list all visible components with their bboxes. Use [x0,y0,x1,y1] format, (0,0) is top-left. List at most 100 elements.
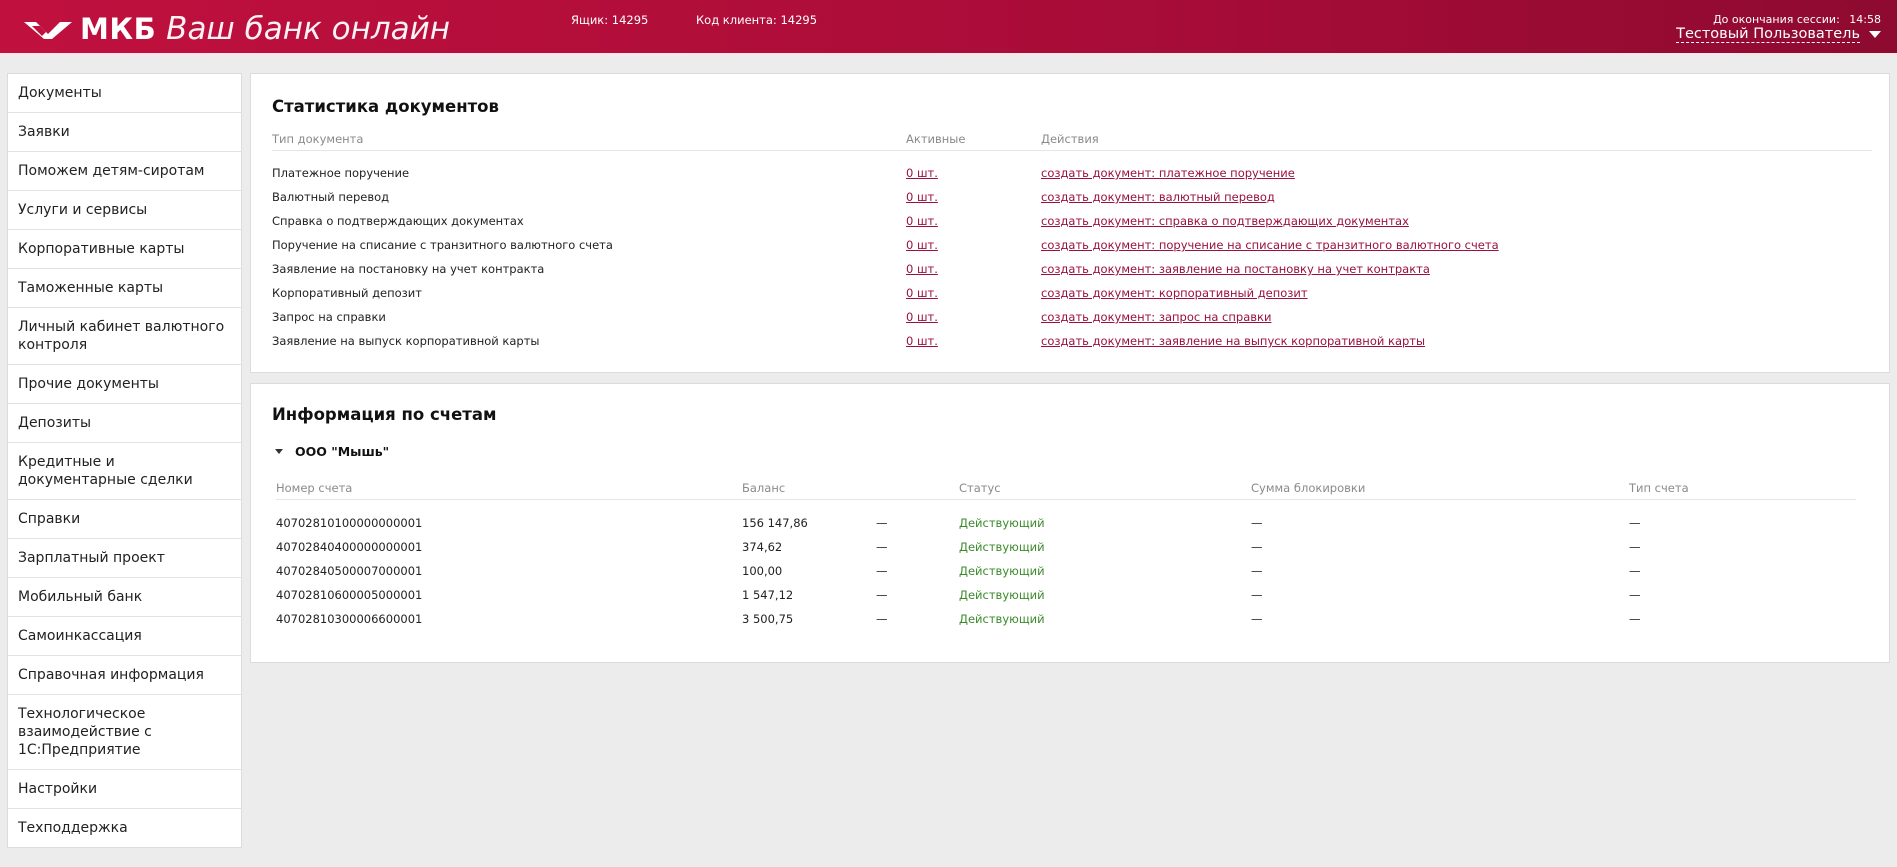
doc-type-cell: Запрос на справки [272,310,386,324]
mkb-logo-icon [24,22,72,39]
balance-currency: — [876,588,888,602]
active-count-link[interactable]: 0 шт. [906,214,938,228]
col-doc-type: Тип документа [272,132,364,146]
documents-stats-panel: Статистика документов Тип документа Акти… [250,73,1890,373]
doc-type-cell: Корпоративный депозит [272,286,422,300]
user-name[interactable]: Тестовый Пользователь [1676,26,1860,43]
sidebar-item-other-documents[interactable]: Прочие документы [8,365,241,404]
session-time: 14:58 [1849,13,1881,26]
account-number[interactable]: 40702840400000000001 [276,540,422,554]
header-divider [0,53,1897,57]
sidebar-item-reference-info[interactable]: Справочная информация [8,656,241,695]
account-balance: 1 547,12 [742,588,794,602]
account-block-sum: — [1251,612,1263,626]
account-status: Действующий [959,588,1045,602]
account-number[interactable]: 40702810100000000001 [276,516,422,530]
col-block-sum: Сумма блокировки [1251,481,1366,495]
active-count-link[interactable]: 0 шт. [906,310,938,324]
sidebar-item-support[interactable]: Техподдержка [8,809,241,847]
doc-type-cell: Справка о подтверждающих документах [272,214,524,228]
account-block-sum: — [1251,540,1263,554]
doc-type-cell: Заявление на постановку на учет контракт… [272,262,545,276]
sidebar-item-orphans[interactable]: Поможем детям-сиротам [8,152,241,191]
active-count-link[interactable]: 0 шт. [906,190,938,204]
active-count-link[interactable]: 0 шт. [906,166,938,180]
app-header: МКБ Ваш банк онлайн Ящик: 14295 Код клие… [0,0,1897,57]
active-count-link[interactable]: 0 шт. [906,334,938,348]
sidebar-item-currency-control[interactable]: Личный кабинет валютного контроля [8,308,241,365]
create-document-link[interactable]: создать документ: заявление на постановк… [1041,262,1430,276]
session-timer: До окончания сессии: 14:58 [1713,13,1881,26]
create-document-link[interactable]: создать документ: справка о подтверждающ… [1041,214,1409,228]
create-document-link[interactable]: создать документ: поручение на списание … [1041,238,1499,252]
stats-header-divider [272,150,1872,151]
col-balance: Баланс [742,481,786,495]
account-number[interactable]: 40702810600005000001 [276,588,422,602]
create-document-link[interactable]: создать документ: заявление на выпуск ко… [1041,334,1425,348]
active-count-link[interactable]: 0 шт. [906,286,938,300]
account-balance: 100,00 [742,564,783,578]
account-type: — [1629,564,1641,578]
col-account-number: Номер счета [276,481,353,495]
sidebar-item-documents[interactable]: Документы [8,74,241,113]
balance-currency: — [876,564,888,578]
sidebar-item-corporate-cards[interactable]: Корпоративные карты [8,230,241,269]
account-type: — [1629,540,1641,554]
balance-currency: — [876,540,888,554]
caret-down-icon[interactable] [275,449,283,454]
doc-type-cell: Заявление на выпуск корпоративной карты [272,334,540,348]
org-name[interactable]: ООО "Мышь" [295,444,389,459]
client-code-info: Код клиента: 14295 [696,13,818,27]
col-active: Активные [906,132,966,146]
sidebar-item-customs-cards[interactable]: Таможенные карты [8,269,241,308]
mailbox-info: Ящик: 14295 [571,13,649,27]
accounts-title: Информация по счетам [272,405,497,424]
create-document-link[interactable]: создать документ: платежное поручение [1041,166,1295,180]
sidebar-item-self-collection[interactable]: Самоинкассация [8,617,241,656]
bank-logo[interactable]: МКБ Ваш банк онлайн [22,9,450,49]
account-number[interactable]: 40702840500007000001 [276,564,422,578]
account-status: Действующий [959,612,1045,626]
balance-currency: — [876,516,888,530]
sidebar-item-salary-project[interactable]: Зарплатный проект [8,539,241,578]
stats-title: Статистика документов [272,97,499,116]
sidebar-item-certificates[interactable]: Справки [8,500,241,539]
create-document-link[interactable]: создать документ: валютный перевод [1041,190,1275,204]
account-type: — [1629,516,1641,530]
session-label: До окончания сессии: [1713,13,1840,26]
logo-tagline: Ваш банк онлайн [166,11,451,47]
account-status: Действующий [959,540,1045,554]
doc-type-cell: Поручение на списание с транзитного валю… [272,238,613,252]
accounts-header-divider [276,499,1856,500]
sidebar-item-deposits[interactable]: Депозиты [8,404,241,443]
balance-currency: — [876,612,888,626]
accounts-info-panel: Информация по счетам ООО "Мышь" Номер сч… [250,383,1890,663]
chevron-down-icon[interactable] [1869,31,1881,38]
active-count-link[interactable]: 0 шт. [906,238,938,252]
sidebar-item-1c-integration[interactable]: Технологическое взаимодействие с 1С:Пред… [8,695,241,770]
create-document-link[interactable]: создать документ: корпоративный депозит [1041,286,1308,300]
account-balance: 156 147,86 [742,516,808,530]
sidebar-item-credit-deals[interactable]: Кредитные и документарные сделки [8,443,241,500]
account-type: — [1629,588,1641,602]
sidebar-item-services[interactable]: Услуги и сервисы [8,191,241,230]
sidebar-item-settings[interactable]: Настройки [8,770,241,809]
col-actions: Действия [1041,132,1099,146]
create-document-link[interactable]: создать документ: запрос на справки [1041,310,1271,324]
active-count-link[interactable]: 0 шт. [906,262,938,276]
account-type: — [1629,612,1641,626]
sidebar-item-mobile-bank[interactable]: Мобильный банк [8,578,241,617]
org-toggle[interactable]: ООО "Мышь" [275,444,389,459]
doc-type-cell: Валютный перевод [272,190,390,204]
account-number[interactable]: 40702810300006600001 [276,612,422,626]
col-account-type: Тип счета [1629,481,1689,495]
sidebar-nav: Документы Заявки Поможем детям-сиротам У… [7,73,242,848]
account-block-sum: — [1251,516,1263,530]
account-block-sum: — [1251,588,1263,602]
account-balance: 3 500,75 [742,612,794,626]
account-status: Действующий [959,516,1045,530]
sidebar-item-requests[interactable]: Заявки [8,113,241,152]
account-block-sum: — [1251,564,1263,578]
account-balance: 374,62 [742,540,783,554]
user-menu[interactable]: Тестовый Пользователь [1676,26,1881,43]
